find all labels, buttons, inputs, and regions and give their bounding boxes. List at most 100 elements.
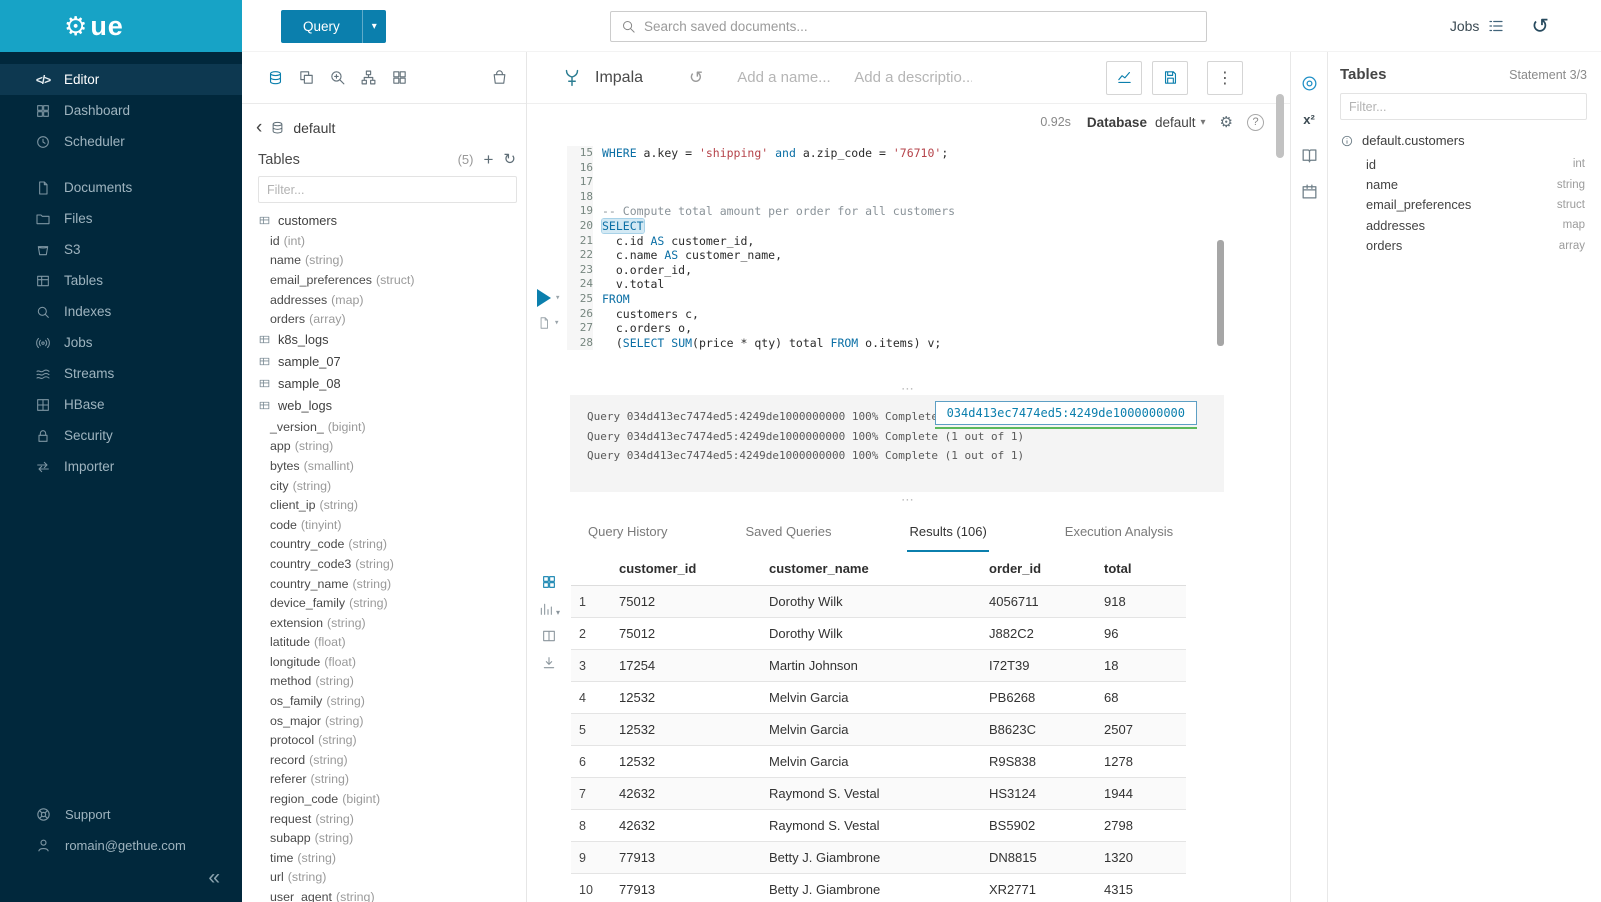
help-icon[interactable]: ? — [1247, 114, 1264, 131]
column-item-id[interactable]: idint — [1340, 154, 1587, 174]
active-table-ref[interactable]: default.customers — [1340, 133, 1587, 148]
table-row[interactable]: 842632Raymond S. VestalBS59022798 — [571, 810, 1186, 842]
table-row[interactable]: 412532Melvin GarciaPB626868 — [571, 682, 1186, 714]
column-item-extension[interactable]: extension(string) — [258, 613, 526, 633]
column-item-addresses[interactable]: addressesmap — [1340, 215, 1587, 235]
column-item-country-code[interactable]: country_code(string) — [258, 535, 526, 555]
column-header-customer-name[interactable]: customer_name — [761, 552, 981, 586]
column-item-longitude[interactable]: longitude(float) — [258, 652, 526, 672]
column-item-email-preferences[interactable]: email_preferencesstruct — [1340, 195, 1587, 215]
database-name[interactable]: default — [293, 120, 335, 136]
column-item-time[interactable]: time(string) — [258, 848, 526, 868]
column-item-addresses[interactable]: addresses(map) — [258, 290, 526, 310]
target-icon[interactable] — [1300, 74, 1319, 93]
table-item-sample-08[interactable]: sample_08 — [258, 373, 526, 395]
column-header-total[interactable]: total — [1096, 552, 1186, 586]
sidebar-item-s3[interactable]: S3 — [0, 234, 242, 265]
column-header-customer-id[interactable]: customer_id — [611, 552, 761, 586]
new-query-button[interactable]: Query ▾ — [281, 10, 386, 43]
history-icon[interactable]: ↺ — [1531, 16, 1549, 37]
right-filter-input[interactable] — [1340, 93, 1587, 120]
column-item-request[interactable]: request(string) — [258, 809, 526, 829]
sidebar-item-streams[interactable]: Streams — [0, 358, 242, 389]
sidebar-item-files[interactable]: Files — [0, 203, 242, 234]
sidebar-item-documents[interactable]: Documents — [0, 172, 242, 203]
code-line[interactable]: 27 c.orders o, — [567, 321, 1290, 336]
refresh-icon[interactable]: ↻ — [503, 152, 516, 167]
table-row[interactable]: 512532Melvin GarciaB8623C2507 — [571, 714, 1186, 746]
column-item-name[interactable]: namestring — [1340, 174, 1587, 194]
format-dropdown[interactable]: ▾ — [537, 316, 560, 330]
bag-icon[interactable] — [491, 69, 508, 86]
table-row[interactable]: 275012Dorothy WilkJ882C296 — [571, 618, 1186, 650]
functions-icon[interactable]: x² — [1300, 110, 1319, 129]
table-row[interactable]: 612532Melvin GarciaR9S8381278 — [571, 746, 1186, 778]
column-item-country-code3[interactable]: country_code3(string) — [258, 554, 526, 574]
table-row[interactable]: 1077913Betty J. GiambroneXR27714315 — [571, 874, 1186, 902]
sidebar-item-support[interactable]: Support — [0, 799, 242, 830]
back-chevron-icon[interactable]: ‹ — [256, 118, 262, 137]
code-line[interactable]: 18 — [567, 190, 1290, 205]
column-item-protocol[interactable]: protocol(string) — [258, 730, 526, 750]
sitemap-icon[interactable] — [360, 69, 377, 86]
column-item-os-family[interactable]: os_family(string) — [258, 691, 526, 711]
column-item-name[interactable]: name(string) — [258, 251, 526, 271]
collapse-sidebar-button[interactable]: « — [208, 867, 220, 888]
database-icon[interactable] — [267, 69, 284, 86]
resize-handle-top[interactable]: ⋯ — [527, 382, 1290, 395]
column-item-email-preferences[interactable]: email_preferences(struct) — [258, 270, 526, 290]
sidebar-item-indexes[interactable]: Indexes — [0, 296, 242, 327]
jobs-link[interactable]: Jobs — [1450, 17, 1506, 35]
column-item-method[interactable]: method(string) — [258, 672, 526, 692]
chart-view-button[interactable]: ▾ — [538, 601, 560, 617]
column-item-client-ip[interactable]: client_ip(string) — [258, 495, 526, 515]
global-search-input[interactable] — [644, 19, 1196, 34]
table-row[interactable]: 977913Betty J. GiambroneDN88151320 — [571, 842, 1186, 874]
tab-execution-analysis[interactable]: Execution Analysis — [1063, 524, 1175, 552]
sidebar-item-user[interactable]: romain@gethue.com — [0, 830, 242, 861]
sidebar-item-tables[interactable]: Tables — [0, 265, 242, 296]
execute-button[interactable]: ▾ — [537, 289, 560, 307]
table-row[interactable]: 317254Martin JohnsonI72T3918 — [571, 650, 1186, 682]
column-item-referer[interactable]: referer(string) — [258, 770, 526, 790]
column-item-record[interactable]: record(string) — [258, 750, 526, 770]
table-item-web-logs[interactable]: web_logs — [258, 395, 526, 417]
code-line[interactable]: 20SELECT — [567, 219, 1290, 234]
query-dropdown-caret-icon[interactable]: ▾ — [362, 10, 386, 43]
sidebar-item-scheduler[interactable]: Scheduler — [0, 126, 242, 157]
column-item-os-major[interactable]: os_major(string) — [258, 711, 526, 731]
query-description-input[interactable] — [854, 69, 972, 86]
column-item-subapp[interactable]: subapp(string) — [258, 828, 526, 848]
sidebar-item-hbase[interactable]: HBase — [0, 389, 242, 420]
table-item-sample-07[interactable]: sample_07 — [258, 351, 526, 373]
code-line[interactable]: 21 c.id AS customer_id, — [567, 234, 1290, 249]
editor-scrollbar-thumb[interactable] — [1217, 240, 1224, 346]
code-line[interactable]: 19-- Compute total amount per order for … — [567, 204, 1290, 219]
settings-gear-icon[interactable]: ⚙ — [1220, 115, 1233, 130]
database-select[interactable]: default ▾ — [1155, 115, 1206, 130]
grid-icon[interactable] — [391, 69, 408, 86]
column-item-city[interactable]: city(string) — [258, 476, 526, 496]
tab-saved-queries[interactable]: Saved Queries — [743, 524, 833, 552]
table-item-customers[interactable]: customers — [258, 209, 526, 231]
column-item-latitude[interactable]: latitude(float) — [258, 633, 526, 653]
column-header-order-id[interactable]: order_id — [981, 552, 1096, 586]
code-line[interactable]: 15WHERE a.key = 'shipping' and a.zip_cod… — [567, 146, 1290, 161]
column-item-version[interactable]: _version_(bigint) — [258, 417, 526, 437]
query-id-tooltip[interactable]: 034d413ec7474ed5:4249de1000000000 — [935, 401, 1197, 425]
sidebar-item-dashboard[interactable]: Dashboard — [0, 95, 242, 126]
book-icon[interactable] — [1300, 146, 1319, 165]
add-table-icon[interactable]: + — [483, 151, 493, 168]
snippet-history-icon[interactable]: ↺ — [689, 69, 703, 86]
column-item-device-family[interactable]: device_family(string) — [258, 593, 526, 613]
save-button[interactable] — [1152, 61, 1188, 95]
sidebar-item-editor[interactable]: </>Editor — [0, 64, 242, 95]
code-line[interactable]: 28 (SELECT SUM(price * qty) total FROM o… — [567, 336, 1290, 351]
panel-scrollbar-thumb[interactable] — [1276, 94, 1284, 158]
column-item-region-code[interactable]: region_code(bigint) — [258, 789, 526, 809]
column-item-url[interactable]: url(string) — [258, 868, 526, 888]
column-item-orders[interactable]: orders(array) — [258, 309, 526, 329]
sidebar-item-jobs[interactable]: Jobs — [0, 327, 242, 358]
search-plus-icon[interactable] — [329, 69, 346, 86]
code-line[interactable]: 16 — [567, 161, 1290, 176]
